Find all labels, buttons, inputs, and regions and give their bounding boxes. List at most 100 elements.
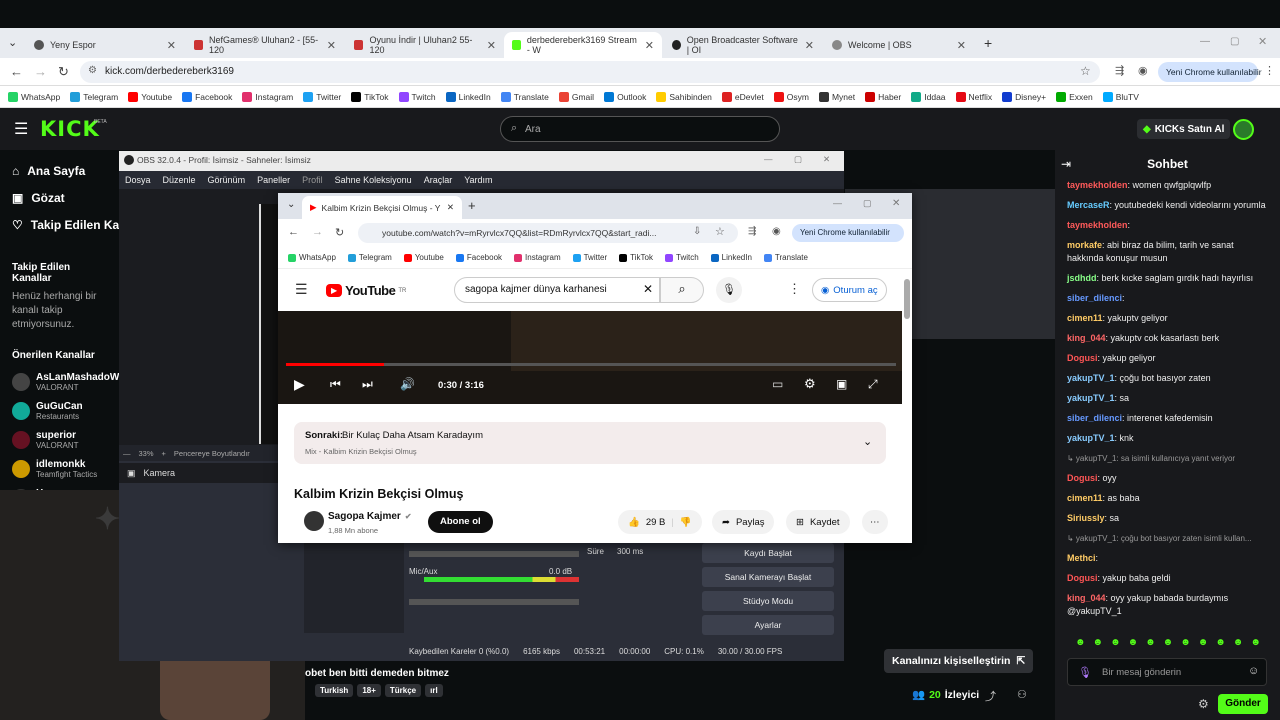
bookmark-item[interactable]: WhatsApp bbox=[288, 253, 336, 262]
nav-following[interactable]: ♡Takip Edilen Kanallar bbox=[0, 211, 122, 238]
close-window-icon[interactable]: ✕ bbox=[892, 198, 900, 209]
new-tab-icon[interactable]: + bbox=[468, 198, 476, 213]
zoom-in-icon[interactable]: + bbox=[162, 449, 166, 458]
bookmark-item[interactable]: Osym bbox=[773, 91, 809, 102]
obs-control-button[interactable]: Kaydı Başlat bbox=[702, 543, 834, 563]
maximize-icon[interactable]: ▢ bbox=[794, 154, 802, 165]
obs-menu-item[interactable]: Düzenle bbox=[163, 175, 196, 185]
yt-search-input[interactable]: sagopa kajmer dünya karhanesi ✕ bbox=[454, 277, 660, 303]
forward-icon[interactable]: → bbox=[34, 64, 47, 79]
emoji-icon[interactable]: ☺ bbox=[1248, 665, 1259, 677]
channel-name[interactable]: Sagopa Kajmer ✔ bbox=[328, 511, 412, 522]
user-avatar[interactable] bbox=[1233, 119, 1254, 140]
site-info-icon[interactable]: ⚙ bbox=[88, 65, 97, 76]
play-icon[interactable]: ▶ bbox=[294, 376, 305, 393]
close-window-icon[interactable]: ✕ bbox=[1258, 35, 1267, 48]
chevron-down-icon[interactable]: ⌄ bbox=[863, 435, 872, 448]
more-actions-button[interactable]: ⋯ bbox=[862, 510, 888, 534]
chrome-update-button[interactable]: Yeni Chrome kullanılabilir bbox=[1158, 62, 1262, 82]
tab-obs-software[interactable]: Open Broadcaster Software | OI ✕ bbox=[664, 32, 822, 58]
bookmark-item[interactable]: Disney+ bbox=[1002, 91, 1046, 102]
nav-browse[interactable]: ▣ Gözat bbox=[0, 184, 122, 211]
obs-menu-item[interactable]: Sahne Koleksiyonu bbox=[335, 175, 412, 185]
chat-username[interactable]: taymekholden bbox=[1067, 180, 1128, 190]
emote-icon[interactable]: ☻ bbox=[1250, 637, 1261, 651]
emote-icon[interactable]: ☻ bbox=[1163, 637, 1174, 651]
minimize-icon[interactable]: — bbox=[1200, 36, 1210, 47]
bookmark-item[interactable]: Translate bbox=[763, 253, 808, 262]
chat-username[interactable]: taymekholden bbox=[1067, 220, 1128, 230]
chat-username[interactable]: cimen11 bbox=[1067, 493, 1103, 503]
chat-username[interactable]: king_044 bbox=[1067, 333, 1106, 343]
tag-chip[interactable]: Türkçe bbox=[384, 684, 422, 697]
obs-control-button[interactable]: Ayarlar bbox=[702, 615, 834, 635]
recommended-channel[interactable]: AsLanMashadoW VALORANT bbox=[0, 367, 122, 396]
tag-chip[interactable]: Turkish bbox=[315, 684, 354, 697]
chat-username[interactable]: MercaseR bbox=[1067, 200, 1110, 210]
close-icon[interactable]: ✕ bbox=[957, 39, 966, 52]
emote-icon[interactable]: ☻ bbox=[1215, 637, 1226, 651]
obs-source-item[interactable]: ▣ Kamera bbox=[119, 463, 279, 483]
emote-icon[interactable]: ☻ bbox=[1198, 637, 1209, 651]
bookmark-item[interactable]: TikTok bbox=[351, 91, 389, 102]
recommended-channel[interactable]: idlemonkk Teamfight Tactics bbox=[0, 454, 122, 483]
bookmark-item[interactable]: Twitter bbox=[303, 91, 341, 102]
tag-chip[interactable]: 18+ bbox=[357, 684, 381, 697]
chat-username[interactable]: morkafe bbox=[1067, 240, 1102, 250]
recommended-channel[interactable]: superior VALORANT bbox=[0, 425, 122, 454]
obs-menu-item[interactable]: Paneller bbox=[257, 175, 290, 185]
save-button[interactable]: ⊞ Kaydet bbox=[786, 510, 850, 534]
reload-icon[interactable]: ↻ bbox=[335, 226, 344, 239]
next-icon[interactable]: ⏭ bbox=[362, 377, 373, 392]
bookmark-item[interactable]: Outlook bbox=[604, 91, 646, 102]
microphone-icon[interactable]: 🎙 bbox=[1078, 666, 1092, 679]
tab-oyunu-indir[interactable]: Oyunu İndir | Uluhan2 55-120 ✕ bbox=[346, 32, 504, 58]
bookmark-item[interactable]: Instagram bbox=[242, 91, 293, 102]
previous-icon[interactable]: ⏮ bbox=[330, 377, 341, 392]
emote-icon[interactable]: ☻ bbox=[1075, 637, 1086, 651]
yt-omnibox[interactable]: youtube.com/watch?v=mRyrvlcx7QQ&list=RDm… bbox=[358, 223, 738, 243]
chat-username[interactable]: Methci bbox=[1067, 553, 1096, 563]
maximize-icon[interactable]: ▢ bbox=[863, 198, 872, 209]
bookmark-item[interactable]: BluTV bbox=[1102, 91, 1139, 102]
kick-logo[interactable]: KICK bbox=[40, 117, 100, 141]
obs-menu-item[interactable]: Araçlar bbox=[424, 175, 453, 185]
tab-yeny[interactable]: Yeny Espor ✕ bbox=[26, 32, 184, 58]
chat-settings-gear-icon[interactable]: ⚙ bbox=[1198, 697, 1209, 711]
sign-in-button[interactable]: ◉ Oturum aç bbox=[812, 278, 887, 302]
bookmark-item[interactable]: Youtube bbox=[128, 91, 172, 102]
bookmark-item[interactable]: Mynet bbox=[818, 91, 855, 102]
tab-welcome-obs[interactable]: Welcome | OBS ✕ bbox=[824, 32, 974, 58]
fullscreen-icon[interactable]: ⤢ bbox=[868, 377, 878, 392]
chat-username[interactable]: yakupTV_1 bbox=[1067, 393, 1115, 403]
buy-kicks-button[interactable]: ◆ KICKs Satın Al bbox=[1137, 119, 1231, 139]
chat-username[interactable]: Siriussly bbox=[1067, 513, 1105, 523]
chat-input[interactable]: 🎙 Bir mesaj gönderin ☺ bbox=[1067, 658, 1267, 686]
emote-icon[interactable]: ☻ bbox=[1233, 637, 1244, 651]
extensions-icon[interactable]: ⇶ bbox=[748, 226, 756, 237]
chat-username[interactable]: yakupTV_1 bbox=[1067, 373, 1115, 383]
subscribe-button[interactable]: Abone ol bbox=[428, 511, 493, 533]
chat-username[interactable]: siber_dilenci bbox=[1067, 293, 1122, 303]
close-icon[interactable]: ✕ bbox=[805, 39, 814, 52]
url-text[interactable]: kick.com/derbedereberk3169 bbox=[105, 66, 234, 77]
obs-menu-item[interactable]: Dosya bbox=[125, 175, 151, 185]
nav-home[interactable]: ⌂ Ana Sayfa bbox=[0, 157, 122, 184]
subtitles-icon[interactable]: ▭ bbox=[772, 377, 783, 391]
extensions-icon[interactable]: ⇶ bbox=[1115, 64, 1124, 77]
close-icon[interactable]: ✕ bbox=[167, 39, 176, 52]
close-icon[interactable]: ✕ bbox=[487, 39, 496, 52]
microphone-icon[interactable]: 🎙 bbox=[716, 277, 742, 303]
install-icon[interactable]: ⇩ bbox=[693, 226, 701, 237]
chat-username[interactable]: Dogusi bbox=[1067, 573, 1098, 583]
minimize-icon[interactable]: — bbox=[764, 154, 773, 164]
emote-icon[interactable]: ☻ bbox=[1110, 637, 1121, 651]
chat-username[interactable]: yakupTV_1 bbox=[1067, 433, 1115, 443]
channel-avatar[interactable] bbox=[304, 511, 324, 531]
bookmark-item[interactable]: Exxen bbox=[1056, 91, 1093, 102]
chat-username[interactable]: Dogusi bbox=[1067, 473, 1098, 483]
thumbs-down-icon[interactable]: 👎 bbox=[680, 517, 692, 528]
bookmark-item[interactable]: Facebook bbox=[455, 253, 502, 262]
follow-user-icon[interactable]: ⚇ bbox=[1017, 688, 1027, 701]
bookmark-item[interactable]: TikTok bbox=[619, 253, 653, 262]
